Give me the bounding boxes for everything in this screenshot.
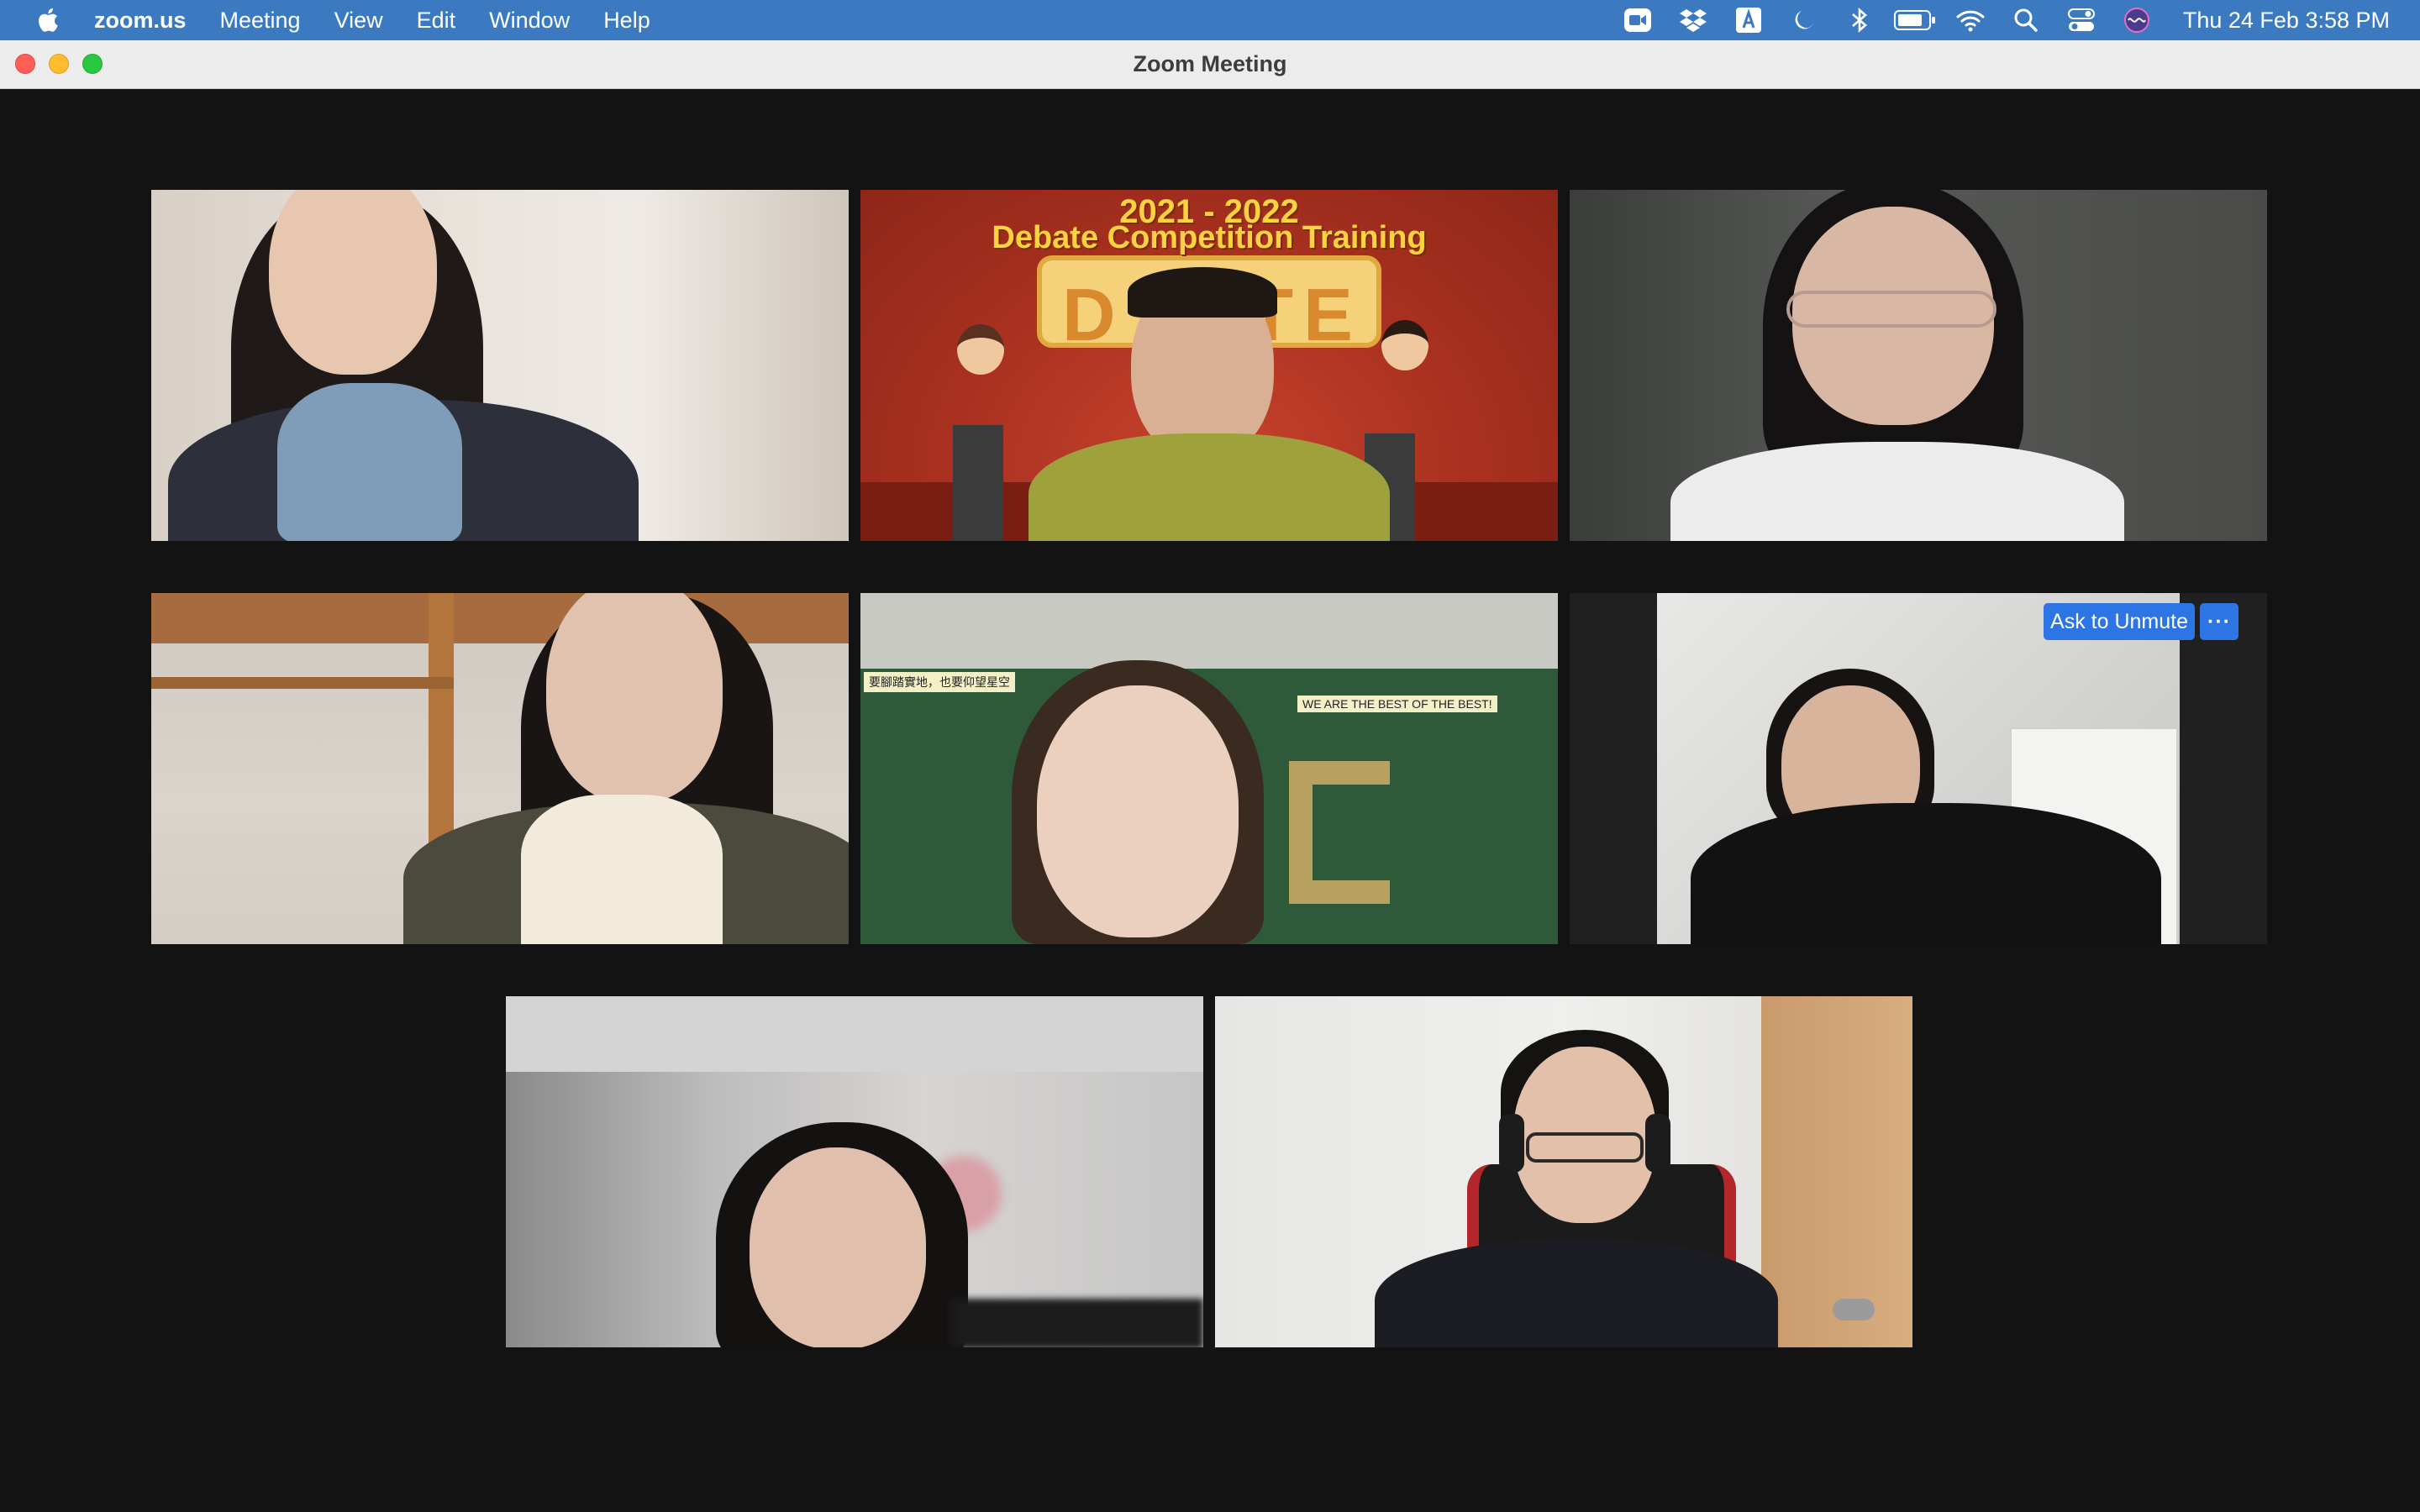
menu-app-zoom[interactable]: zoom.us [94,0,203,40]
video-feed [1570,190,2267,541]
glasses [1786,291,1996,328]
video-feed [151,593,849,944]
participant-video-tile[interactable] [506,996,1203,1347]
video-feed [1215,996,1912,1347]
tile-hover-controls: Ask to Unmute ··· [2044,603,2238,640]
video-feed [506,996,1203,1347]
participant-video-tile[interactable] [151,190,849,541]
gallery-view: D TE 2021 - 2022 Debate Competition Trai… [0,89,2420,1512]
battery-icon[interactable] [1887,0,1943,40]
participant-video-tile[interactable]: Ask to Unmute ··· [1570,593,2267,944]
dropbox-icon[interactable] [1665,0,1721,40]
menu-view[interactable]: View [318,0,400,40]
active-speaker-video-tile[interactable]: D TE 2021 - 2022 Debate Competition Trai… [860,190,1558,541]
menubar-clock[interactable]: Thu 24 Feb 3:58 PM [2165,8,2420,34]
zoom-camera-icon[interactable] [1610,0,1665,40]
menu-window[interactable]: Window [472,0,587,40]
banner-subtitle: Debate Competition Training [992,220,1427,255]
participant-video-tile[interactable] [1570,190,2267,541]
zoom-window-button[interactable] [82,54,103,74]
close-window-button[interactable] [15,54,35,74]
ask-to-unmute-button[interactable]: Ask to Unmute [2044,603,2195,640]
control-center-icon[interactable] [2054,0,2109,40]
menu-meeting[interactable]: Meeting [203,0,318,40]
menu-help[interactable]: Help [587,0,667,40]
glasses [1526,1132,1644,1163]
more-options-button[interactable]: ··· [2200,603,2238,640]
focus-moon-icon[interactable] [1776,0,1832,40]
minimize-window-button[interactable] [49,54,69,74]
board-slogan: 要腳踏實地，也要仰望星空 [864,672,1015,692]
video-feed [151,190,849,541]
spotlight-search-icon[interactable] [1998,0,2054,40]
menu-bar: zoom.us Meeting View Edit Window Help Th… [0,0,2420,40]
window-title: Zoom Meeting [1133,51,1287,76]
input-source-icon[interactable] [1721,0,1776,40]
window-controls [15,54,103,74]
video-feed [1657,593,2180,944]
door [1761,996,1912,1347]
chalk-letter [1289,761,1390,904]
participant-video-tile[interactable] [1215,996,1912,1347]
wifi-icon[interactable] [1943,0,1998,40]
menu-edit[interactable]: Edit [400,0,473,40]
apple-menu-icon[interactable] [0,0,94,40]
participant-video-tile[interactable]: 要腳踏實地，也要仰望星空 WE ARE THE BEST OF THE BEST… [860,593,1558,944]
siri-icon[interactable] [2109,0,2165,40]
window-titlebar: Zoom Meeting [0,40,2420,89]
participant-video-tile[interactable] [151,593,849,944]
bluetooth-icon[interactable] [1832,0,1887,40]
board-motto: WE ARE THE BEST OF THE BEST! [1297,696,1497,712]
video-feed: 要腳踏實地，也要仰望星空 WE ARE THE BEST OF THE BEST… [860,593,1558,944]
